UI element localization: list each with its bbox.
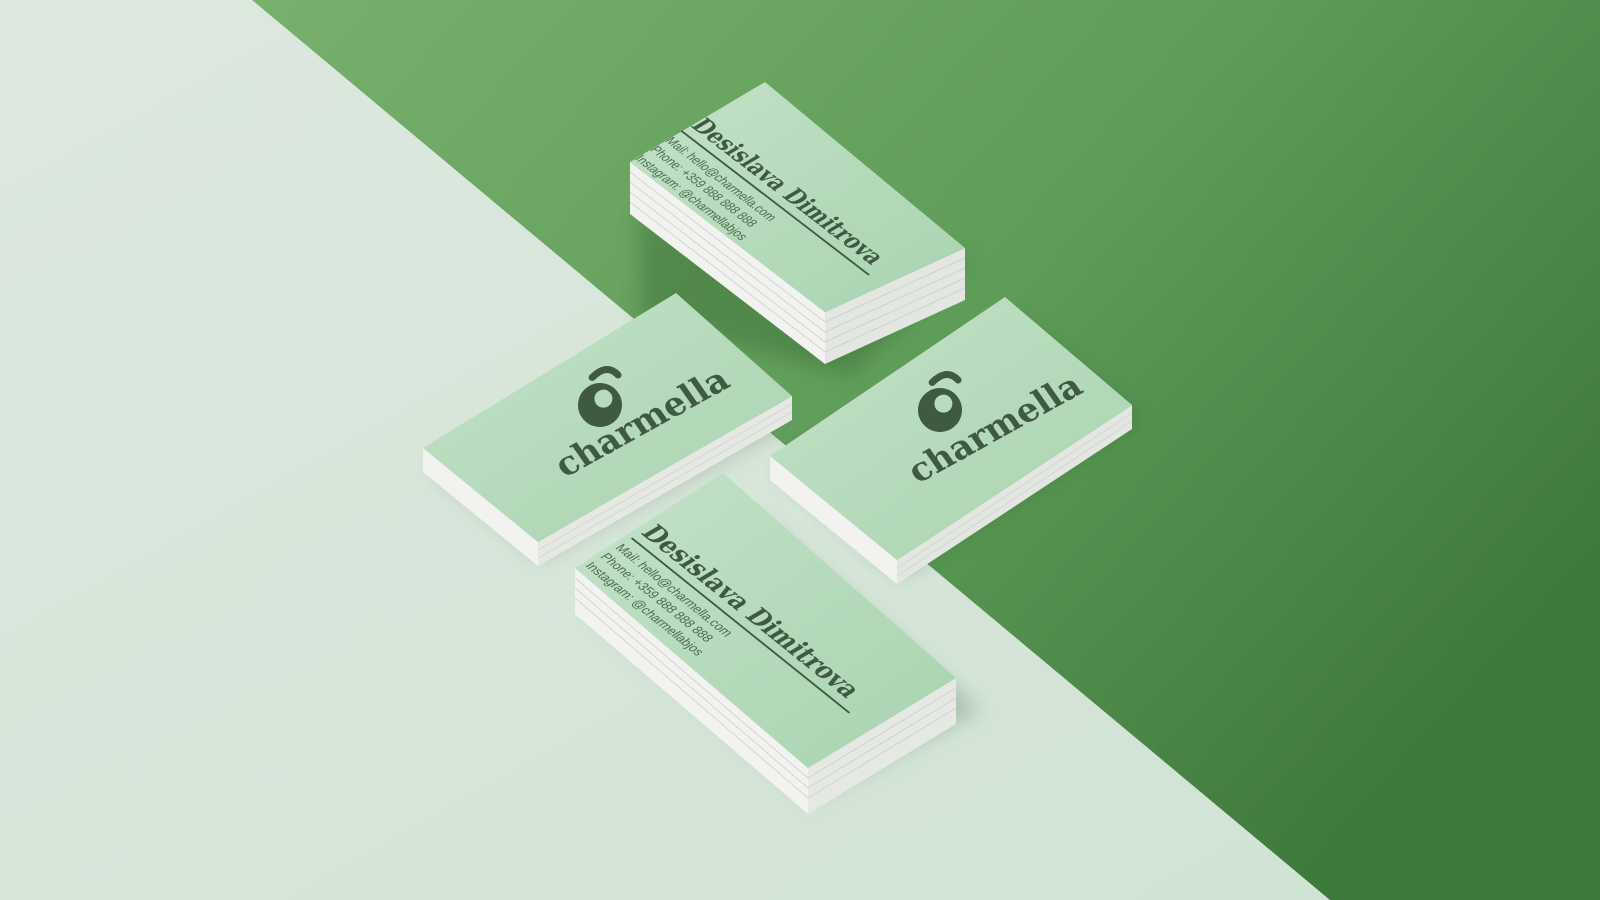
mockup-scene: Desislava Dimitrova Mail: hello@charmell…	[0, 0, 1600, 900]
